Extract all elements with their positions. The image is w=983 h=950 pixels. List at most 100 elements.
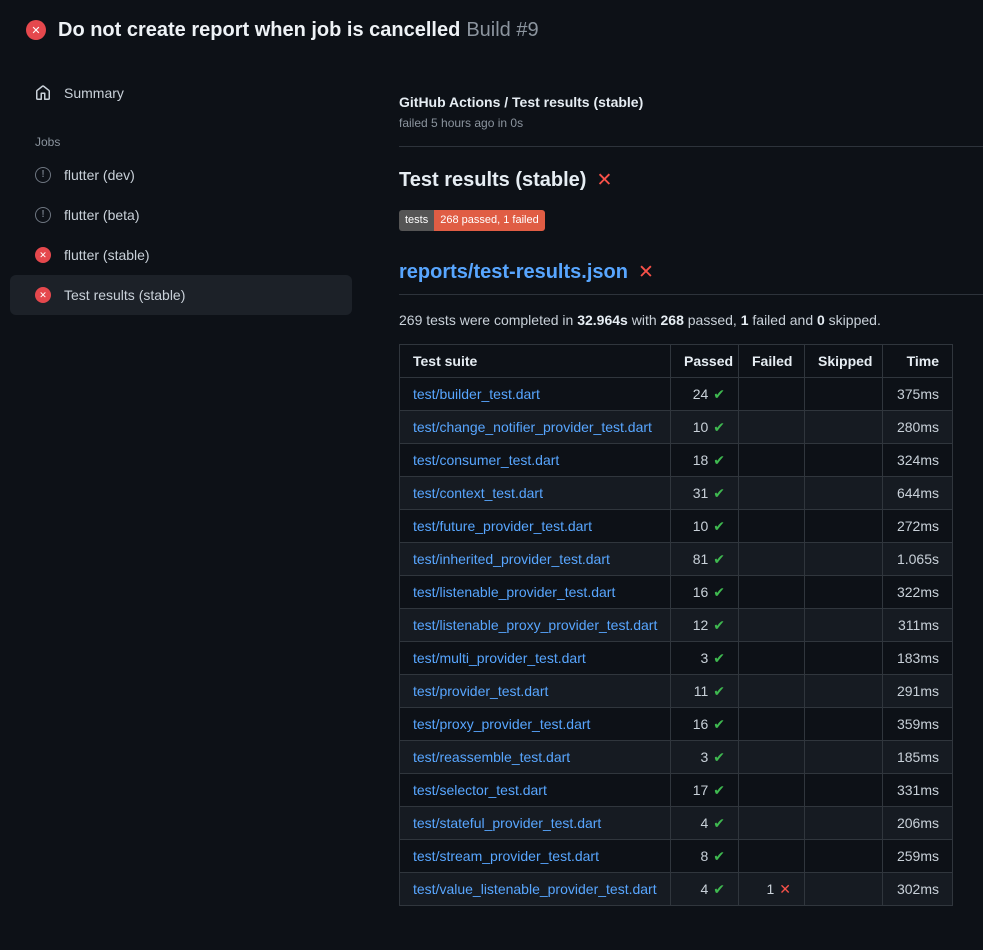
table-row: test/builder_test.dart 24✔ 375ms [400, 378, 953, 411]
table-row: test/listenable_provider_test.dart 16✔ 3… [400, 576, 953, 609]
sidebar-job-item[interactable]: ✕ flutter (stable) [10, 235, 352, 275]
passed-check-icon: ✔ [713, 617, 725, 633]
test-suite-link[interactable]: test/consumer_test.dart [413, 452, 559, 468]
run-status-line: failed 5 hours ago in 0s [399, 116, 983, 130]
test-suite-link[interactable]: test/value_listenable_provider_test.dart [413, 881, 657, 897]
test-suite-link[interactable]: test/provider_test.dart [413, 683, 548, 699]
passed-check-icon: ✔ [713, 683, 725, 699]
passed-count: 8 [700, 848, 708, 864]
section-title-text: Test results (stable) [399, 169, 586, 192]
test-suite-link[interactable]: test/reassemble_test.dart [413, 749, 570, 765]
time-value: 324ms [897, 452, 939, 468]
test-suite-link[interactable]: test/future_provider_test.dart [413, 518, 592, 534]
report-file-link[interactable]: reports/test-results.json [399, 261, 628, 284]
passed-check-icon: ✔ [713, 749, 725, 765]
time-value: 259ms [897, 848, 939, 864]
passed-check-icon: ✔ [713, 518, 725, 534]
job-label: flutter (beta) [64, 205, 139, 225]
job-status-icon: ✕ [35, 247, 51, 263]
test-suite-link[interactable]: test/change_notifier_provider_test.dart [413, 419, 652, 435]
passed-count: 16 [693, 716, 709, 732]
test-suite-link[interactable]: test/listenable_provider_test.dart [413, 584, 615, 600]
test-suite-link[interactable]: test/proxy_provider_test.dart [413, 716, 590, 732]
passed-count: 10 [693, 419, 709, 435]
time-value: 183ms [897, 650, 939, 666]
jobs-sidebar: Summary Jobs ! flutter (dev) ! flutter (… [0, 56, 352, 315]
table-header-row: Test suite Passed Failed Skipped Time [400, 345, 953, 378]
column-header-failed: Failed [739, 345, 805, 378]
column-header-time: Time [883, 345, 953, 378]
build-number: Build #9 [466, 19, 538, 41]
passed-count: 4 [700, 815, 708, 831]
passed-count: 4 [700, 881, 708, 897]
time-value: 331ms [897, 782, 939, 798]
passed-count: 10 [693, 518, 709, 534]
passed-count: 3 [700, 650, 708, 666]
duration-value: 32.964s [577, 312, 628, 328]
test-suite-link[interactable]: test/context_test.dart [413, 485, 543, 501]
table-row: test/stream_provider_test.dart 8 ✔ 259ms [400, 840, 953, 873]
table-row: test/proxy_provider_test.dart 16✔ 359ms [400, 708, 953, 741]
test-suite-link[interactable]: test/inherited_provider_test.dart [413, 551, 610, 567]
column-header-skipped: Skipped [805, 345, 883, 378]
passed-count: 24 [693, 386, 709, 402]
failed-x-icon: ✕ [779, 881, 791, 897]
table-row: test/inherited_provider_test.dart 81✔ 1.… [400, 543, 953, 576]
test-suite-link[interactable]: test/multi_provider_test.dart [413, 650, 586, 666]
summary-label: Summary [64, 83, 124, 103]
column-header-passed: Passed [671, 345, 739, 378]
time-value: 322ms [897, 584, 939, 600]
test-suite-link[interactable]: test/stream_provider_test.dart [413, 848, 599, 864]
job-status-icon: ! [35, 167, 51, 183]
table-row: test/future_provider_test.dart 10✔ 272ms [400, 510, 953, 543]
passed-check-icon: ✔ [713, 848, 725, 864]
sidebar-job-item[interactable]: ! flutter (beta) [10, 195, 352, 235]
failed-x-icon: ✕ [638, 261, 654, 284]
time-value: 206ms [897, 815, 939, 831]
table-row: test/consumer_test.dart 18✔ 324ms [400, 444, 953, 477]
job-label: Test results (stable) [64, 285, 185, 305]
failed-count: 1 [766, 881, 774, 897]
passed-check-icon: ✔ [713, 650, 725, 666]
jobs-section-label: Jobs [35, 135, 352, 149]
column-header-test-suite: Test suite [400, 345, 671, 378]
breadcrumb: GitHub Actions / Test results (stable) [399, 93, 983, 111]
test-suite-link[interactable]: test/selector_test.dart [413, 782, 547, 798]
passed-count: 16 [693, 584, 709, 600]
check-run-header: ✕ Do not create report when job is cance… [0, 0, 983, 56]
report-file-heading: reports/test-results.json ✕ [399, 261, 983, 295]
passed-count: 12 [693, 617, 709, 633]
page-title: Do not create report when job is cancell… [58, 18, 539, 42]
passed-count: 81 [693, 551, 709, 567]
job-label: flutter (dev) [64, 165, 135, 185]
badge-value: 268 passed, 1 failed [434, 210, 544, 231]
jobs-list: ! flutter (dev) ! flutter (beta) ✕ flutt… [10, 155, 352, 315]
test-suite-link[interactable]: test/stateful_provider_test.dart [413, 815, 601, 831]
table-row: test/provider_test.dart 11✔ 291ms [400, 675, 953, 708]
time-value: 375ms [897, 386, 939, 402]
table-row: test/stateful_provider_test.dart 4 ✔ 206m… [400, 807, 953, 840]
passed-count: 17 [693, 782, 709, 798]
check-run-content: GitHub Actions / Test results (stable) f… [352, 56, 983, 906]
passed-check-icon: ✔ [713, 881, 725, 897]
sidebar-job-item[interactable]: ! flutter (dev) [10, 155, 352, 195]
sidebar-job-item[interactable]: ✕ Test results (stable) [10, 275, 352, 315]
time-value: 311ms [898, 617, 939, 633]
test-suite-link[interactable]: test/listenable_proxy_provider_test.dart [413, 617, 657, 633]
failed-x-icon: ✕ [596, 169, 612, 192]
test-summary-text: 269 tests were completed in 32.964s with… [399, 312, 983, 328]
job-status-icon: ✕ [35, 287, 51, 303]
time-value: 185ms [897, 749, 939, 765]
test-suite-link[interactable]: test/builder_test.dart [413, 386, 540, 402]
time-value: 359ms [897, 716, 939, 732]
passed-check-icon: ✔ [713, 584, 725, 600]
passed-check-icon: ✔ [713, 419, 725, 435]
passed-count: 3 [700, 749, 708, 765]
passed-check-icon: ✔ [713, 815, 725, 831]
passed-check-icon: ✔ [713, 386, 725, 402]
skipped-total: 0 [817, 312, 825, 328]
table-row: test/multi_provider_test.dart 3 ✔ 183ms [400, 642, 953, 675]
sidebar-item-summary[interactable]: Summary [10, 73, 352, 113]
table-row: test/listenable_proxy_provider_test.dart… [400, 609, 953, 642]
passed-check-icon: ✔ [713, 716, 725, 732]
